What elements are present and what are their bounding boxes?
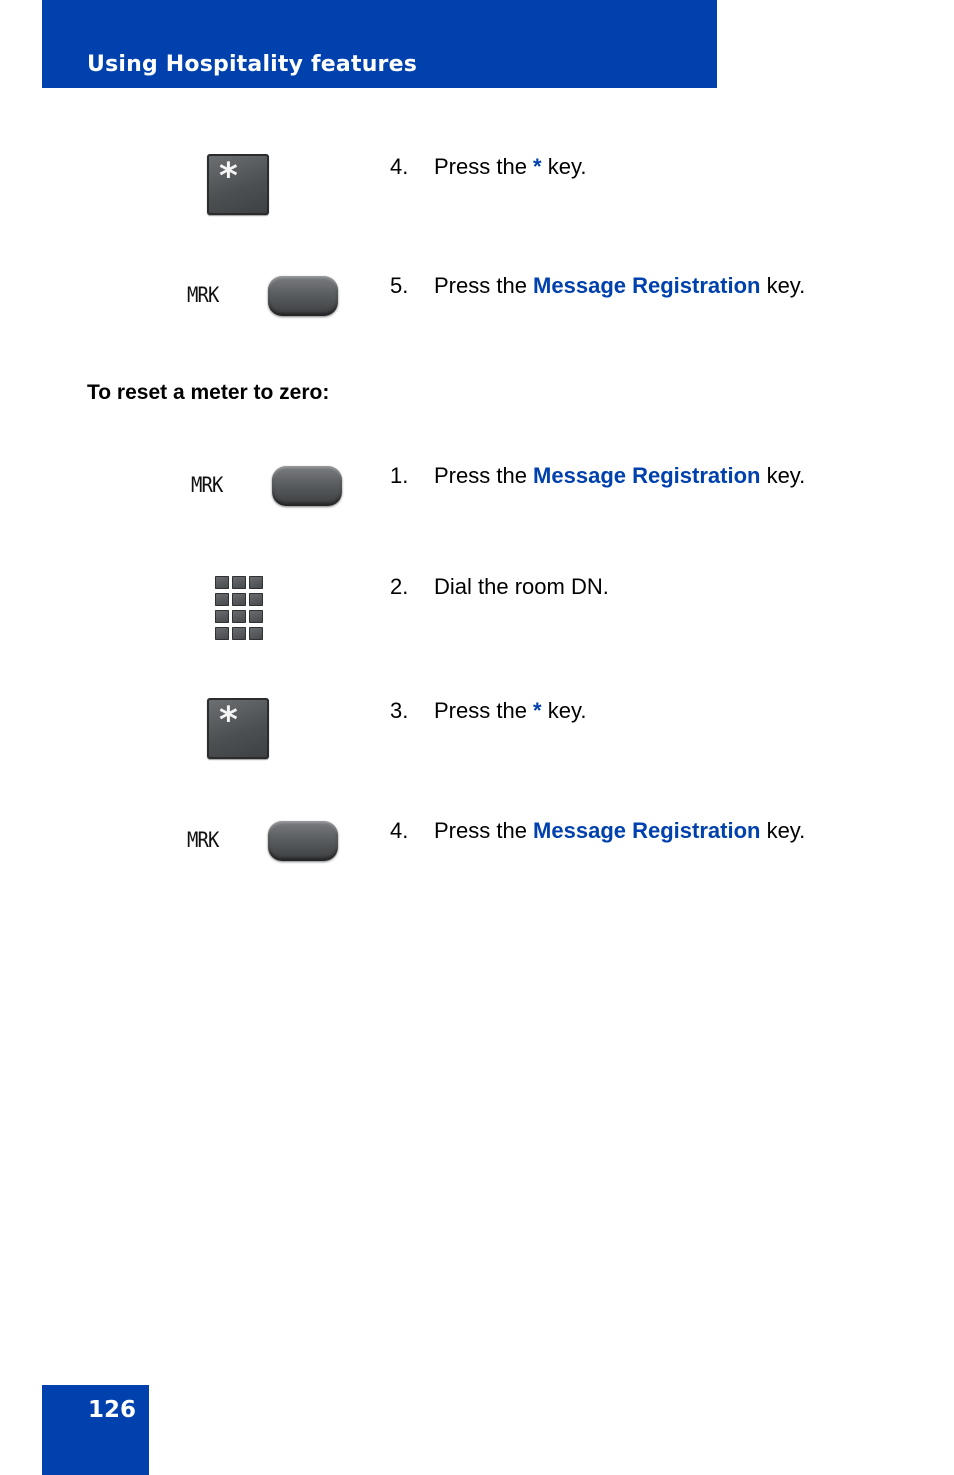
mrk-label: MRK: [187, 283, 219, 307]
mrk-key-icon: [268, 276, 338, 316]
mrk-key-icon: [268, 821, 338, 861]
mrk-label: MRK: [191, 473, 223, 497]
page-number-box: 126: [42, 1385, 149, 1475]
star-key-icon: *: [207, 698, 269, 759]
dialpad-icon: [215, 576, 263, 642]
section-heading: To reset a meter to zero:: [87, 381, 330, 404]
header-title: Using Hospitality features: [87, 52, 418, 77]
key-name: *: [533, 698, 542, 723]
key-name: Message Registration: [533, 818, 761, 843]
star-key-icon: *: [207, 154, 269, 215]
step-item: 5. Press the Message Registration key.: [390, 273, 806, 298]
mrk-label: MRK: [187, 828, 219, 852]
step-item: 1. Press the Message Registration key.: [390, 463, 806, 488]
step-item: 4. Press the Message Registration key.: [390, 818, 806, 843]
step-item: 3. Press the * key.: [390, 698, 587, 723]
key-name: Message Registration: [533, 463, 761, 488]
mrk-key-icon: [272, 466, 342, 506]
key-name: *: [533, 154, 542, 179]
key-name: Message Registration: [533, 273, 761, 298]
header-bar: Using Hospitality features: [42, 0, 717, 88]
step-item: 2. Dial the room DN.: [390, 574, 609, 599]
step-item: 4. Press the * key.: [390, 154, 587, 179]
page-number: 126: [88, 1397, 137, 1423]
